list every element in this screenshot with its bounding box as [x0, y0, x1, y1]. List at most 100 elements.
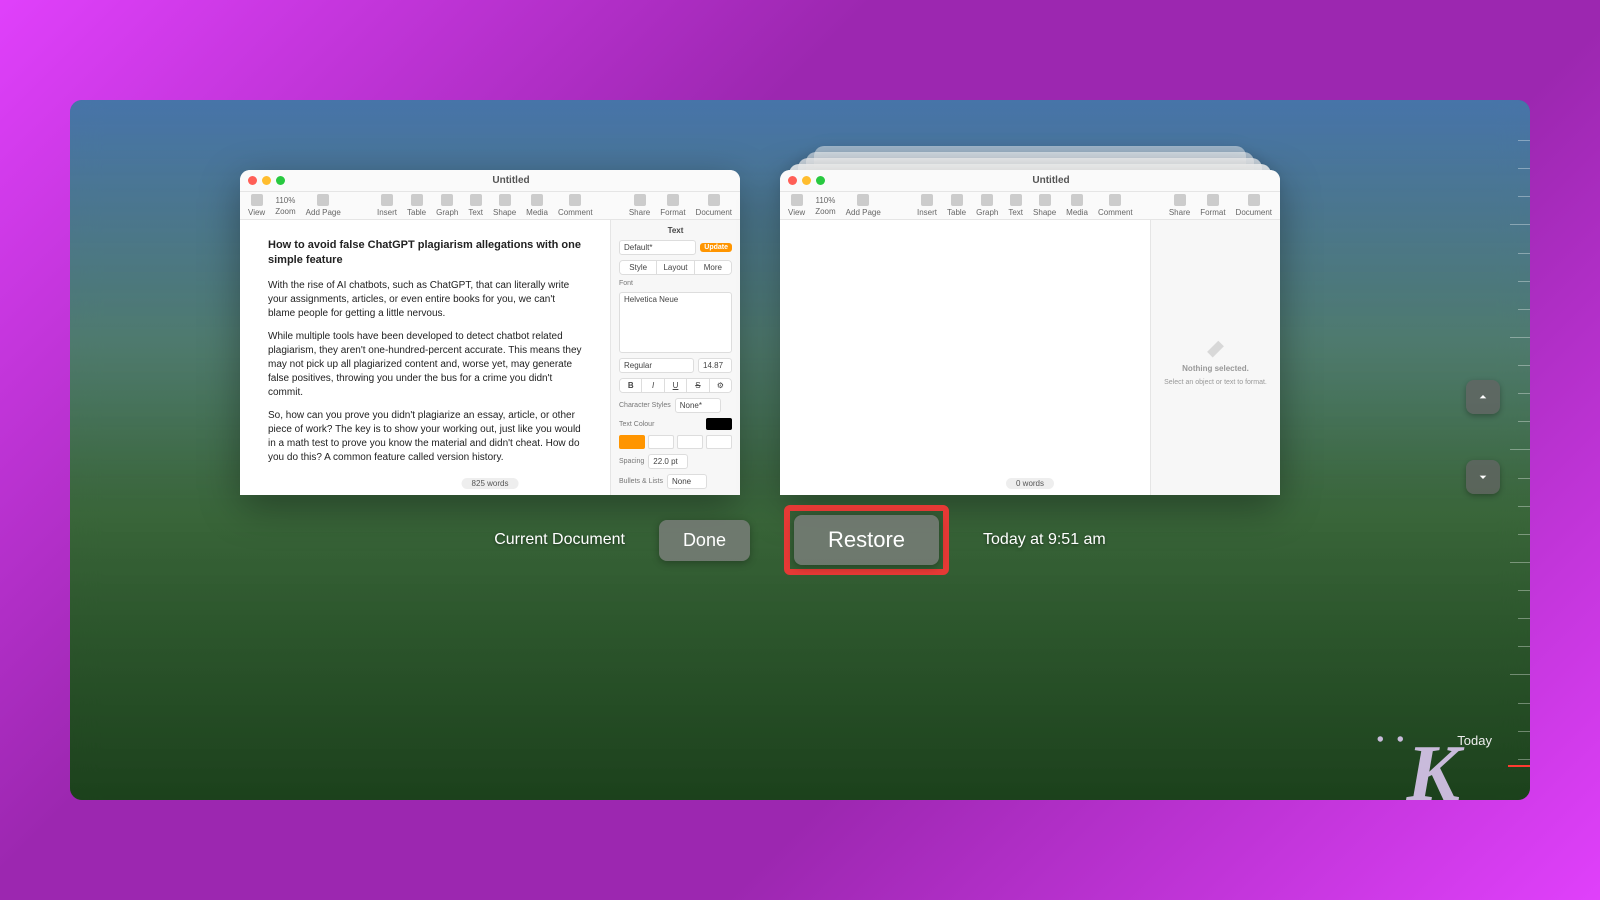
minimize-icon[interactable] — [262, 176, 271, 185]
align-justify-button[interactable] — [706, 435, 732, 449]
toolbar-view[interactable]: View — [788, 194, 805, 217]
fullscreen-icon[interactable] — [816, 176, 825, 185]
inspector-header: Text — [619, 226, 732, 235]
toolbar-table[interactable]: Table — [407, 194, 426, 217]
text-colour-label: Text Colour — [619, 421, 654, 428]
titlebar: Untitled — [240, 170, 740, 192]
word-count-badge[interactable]: 825 words — [462, 478, 519, 489]
toolbar-comment[interactable]: Comment — [1098, 194, 1133, 217]
paintbrush-icon — [1202, 330, 1230, 358]
format-inspector: Text Default* Update Style Layout More F… — [610, 220, 740, 495]
fullscreen-icon[interactable] — [276, 176, 285, 185]
font-label: Font — [619, 280, 732, 287]
toolbar-zoom[interactable]: 110%Zoom — [275, 196, 295, 216]
toolbar-shape[interactable]: Shape — [493, 194, 516, 217]
italic-button[interactable]: I — [642, 379, 664, 392]
alignment-buttons[interactable] — [619, 435, 732, 449]
current-document-label: Current Document — [494, 531, 625, 549]
version-document-window[interactable]: Untitled View 110%Zoom Add Page Insert T… — [780, 170, 1280, 495]
toolbar-table[interactable]: Table — [947, 194, 966, 217]
format-inspector: Nothing selected. Select an object or te… — [1150, 220, 1280, 495]
doc-paragraph: So, how can you prove you didn't plagiar… — [268, 409, 582, 465]
toolbar-format[interactable]: Format — [1200, 194, 1225, 217]
doc-paragraph: While multiple tools have been developed… — [268, 330, 582, 400]
bullets-select[interactable]: None — [667, 474, 707, 489]
windows-row: Untitled View 110%Zoom Add Page Insert T… — [240, 170, 1320, 495]
strikethrough-button[interactable]: S — [687, 379, 709, 392]
font-size-field[interactable]: 14.87 — [698, 358, 732, 373]
inspector-tabs[interactable]: Style Layout More — [619, 260, 732, 275]
document-page[interactable] — [780, 220, 1150, 495]
version-browser-overlay: Untitled View 110%Zoom Add Page Insert T… — [70, 100, 1530, 800]
version-timestamp-label: Today at 9:51 am — [983, 531, 1106, 549]
window-title: Untitled — [290, 175, 732, 186]
toolbar-document[interactable]: Document — [696, 194, 732, 217]
toolbar-share[interactable]: Share — [1169, 194, 1190, 217]
tab-layout[interactable]: Layout — [657, 261, 694, 274]
toolbar-zoom[interactable]: 110%Zoom — [815, 196, 835, 216]
restore-button[interactable]: Restore — [794, 515, 939, 565]
chevron-down-icon — [1475, 469, 1491, 485]
spacing-label: Spacing — [619, 458, 644, 465]
align-left-button[interactable] — [619, 435, 645, 449]
chevron-up-icon — [1475, 389, 1491, 405]
align-center-button[interactable] — [648, 435, 674, 449]
toolbar-graph[interactable]: Graph — [976, 194, 998, 217]
toolbar: View 110%Zoom Add Page Insert Table Grap… — [780, 192, 1280, 220]
bold-button[interactable]: B — [620, 379, 642, 392]
underline-button[interactable]: U — [665, 379, 687, 392]
tab-style[interactable]: Style — [620, 261, 657, 274]
tab-more[interactable]: More — [695, 261, 731, 274]
close-icon[interactable] — [788, 176, 797, 185]
doc-heading: How to avoid false ChatGPT plagiarism al… — [268, 238, 582, 269]
toolbar-document[interactable]: Document — [1236, 194, 1272, 217]
toolbar-share[interactable]: Share — [629, 194, 650, 217]
word-count-badge[interactable]: 0 words — [1006, 478, 1054, 489]
paragraph-style-select[interactable]: Default* — [619, 240, 696, 255]
document-page[interactable]: How to avoid false ChatGPT plagiarism al… — [240, 220, 610, 495]
close-icon[interactable] — [248, 176, 257, 185]
bullets-label: Bullets & Lists — [619, 478, 663, 485]
current-document-window: Untitled View 110%Zoom Add Page Insert T… — [240, 170, 740, 495]
done-button[interactable]: Done — [659, 520, 750, 561]
restore-highlight: Restore — [784, 505, 949, 575]
toolbar-shape[interactable]: Shape — [1033, 194, 1056, 217]
version-timeline[interactable] — [1500, 140, 1530, 760]
timeline-now-marker — [1508, 765, 1530, 767]
toolbar-add-page[interactable]: Add Page — [846, 194, 881, 217]
update-style-button[interactable]: Update — [700, 243, 732, 252]
minimize-icon[interactable] — [802, 176, 811, 185]
inspector-empty-title: Nothing selected. — [1182, 364, 1249, 373]
character-styles-label: Character Styles — [619, 402, 671, 409]
toolbar-add-page[interactable]: Add Page — [306, 194, 341, 217]
font-style-buttons[interactable]: B I U S ⚙ — [619, 378, 732, 393]
version-controls: Current Document Done Restore Today at 9… — [70, 505, 1530, 575]
toolbar-view[interactable]: View — [248, 194, 265, 217]
titlebar: Untitled — [780, 170, 1280, 192]
toolbar-insert[interactable]: Insert — [377, 194, 397, 217]
toolbar: View 110%Zoom Add Page Insert Table Grap… — [240, 192, 740, 220]
font-weight-select[interactable]: Regular — [619, 358, 694, 373]
watermark-logo: K — [1407, 729, 1460, 800]
window-title: Untitled — [830, 175, 1272, 186]
previous-version-button[interactable] — [1466, 380, 1500, 414]
text-colour-swatch[interactable] — [706, 418, 732, 430]
toolbar-media[interactable]: Media — [526, 194, 548, 217]
character-styles-select[interactable]: None* — [675, 398, 721, 413]
toolbar-graph[interactable]: Graph — [436, 194, 458, 217]
font-family-select[interactable]: Helvetica Neue — [619, 292, 732, 353]
align-right-button[interactable] — [677, 435, 703, 449]
spacing-field[interactable]: 22.0 pt — [648, 454, 688, 469]
inspector-empty-subtitle: Select an object or text to format. — [1164, 379, 1267, 386]
toolbar-text[interactable]: Text — [468, 194, 483, 217]
version-stack: Untitled View 110%Zoom Add Page Insert T… — [780, 170, 1280, 495]
toolbar-text[interactable]: Text — [1008, 194, 1023, 217]
toolbar-media[interactable]: Media — [1066, 194, 1088, 217]
next-version-button[interactable] — [1466, 460, 1500, 494]
timeline-today-label: Today — [1457, 733, 1492, 748]
toolbar-insert[interactable]: Insert — [917, 194, 937, 217]
toolbar-comment[interactable]: Comment — [558, 194, 593, 217]
toolbar-format[interactable]: Format — [660, 194, 685, 217]
doc-paragraph: With the rise of AI chatbots, such as Ch… — [268, 279, 582, 321]
gear-icon[interactable]: ⚙ — [710, 379, 731, 392]
